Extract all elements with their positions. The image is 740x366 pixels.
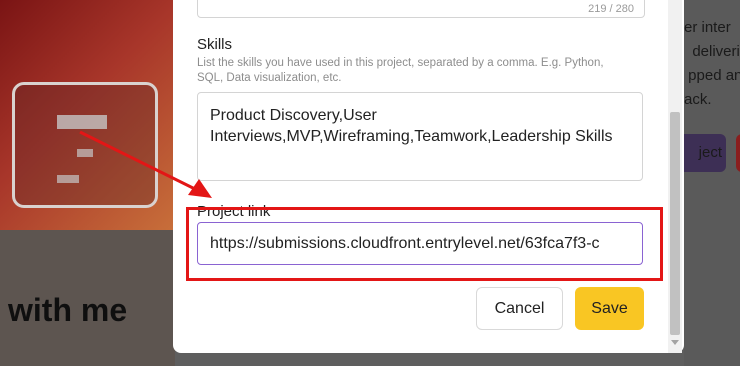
character-counter: 219 / 280 bbox=[588, 3, 634, 15]
backdrop-heading: with me bbox=[8, 292, 128, 328]
backdrop-right-column: er inter deliveri pped an ack. ject bbox=[684, 0, 740, 366]
hero-illustration bbox=[0, 0, 175, 230]
backdrop-red-button bbox=[736, 134, 740, 172]
modal-scrollbar[interactable] bbox=[668, 0, 682, 353]
description-textarea[interactable]: 219 / 280 bbox=[197, 0, 645, 18]
skills-help-text: List the skills you have used in this pr… bbox=[197, 57, 604, 84]
backdrop-project-button: ject bbox=[684, 134, 726, 172]
scroll-down-arrow-icon[interactable] bbox=[671, 340, 679, 345]
skills-textarea[interactable]: Product Discovery,User Interviews,MVP,Wi… bbox=[197, 92, 643, 181]
skills-label: Skills bbox=[197, 36, 233, 53]
save-button[interactable]: Save bbox=[575, 287, 644, 330]
scrollbar-thumb[interactable] bbox=[670, 112, 680, 335]
annotation-highlight-box bbox=[186, 207, 663, 281]
cancel-button[interactable]: Cancel bbox=[476, 287, 563, 330]
backdrop-right-text: er inter deliveri pped an ack. bbox=[684, 19, 740, 108]
device-illustration bbox=[12, 82, 158, 208]
